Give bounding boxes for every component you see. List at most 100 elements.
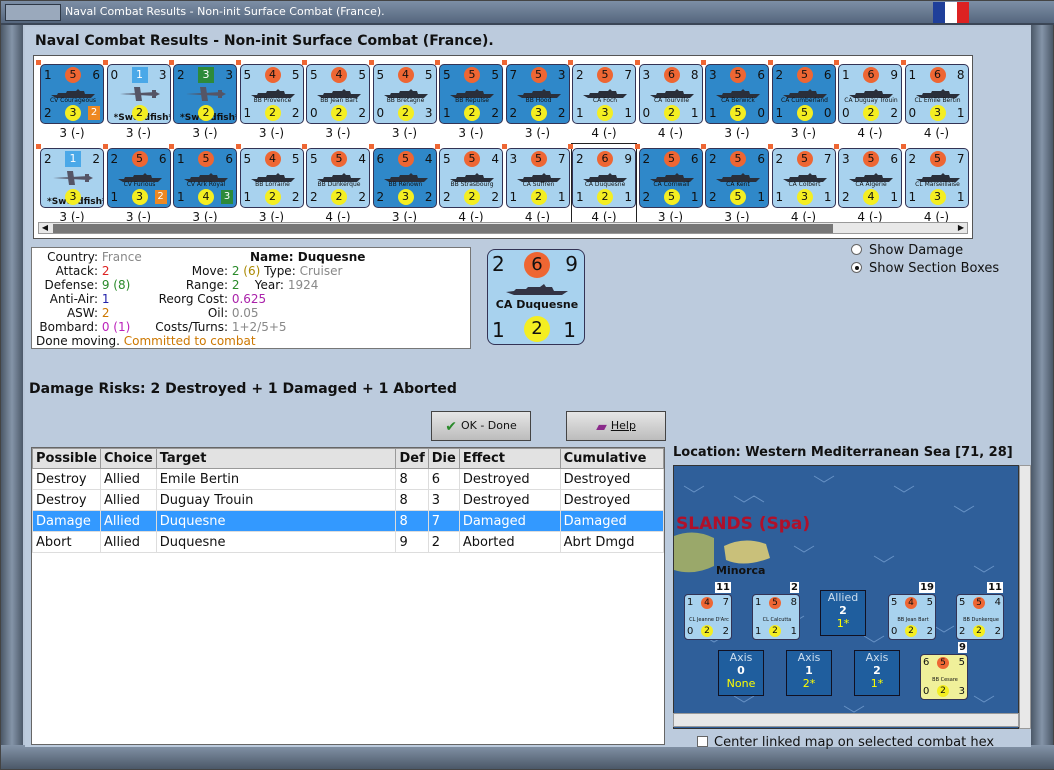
bombard-value: 0	[101, 320, 110, 334]
unit-counter[interactable]: 5 4 5 BB Provence 1 2 2	[239, 64, 304, 124]
unit-card[interactable]: 3 6 8 CA Tourville 0 2 1 4 (-)	[634, 60, 703, 142]
axis-summary[interactable]: Axis 2 1*	[854, 650, 900, 696]
help-button[interactable]: ▰ Help	[566, 411, 666, 441]
unit-counter[interactable]: 2 5 6 CV Furious 1 3 2	[106, 148, 171, 208]
unit-card[interactable]: 5 4 5 BB Lorraine 1 2 2 3 (-)	[235, 144, 304, 226]
unit-card[interactable]: 5 5 5 BB Repulse 1 2 2 3 (-)	[435, 60, 503, 142]
counter-top-right: 3	[158, 68, 167, 82]
unit-counter[interactable]: 013*Swordfish*2	[106, 64, 171, 124]
allied-summary[interactable]: Allied 2 1*	[820, 590, 866, 636]
column-header[interactable]: Target	[155, 448, 397, 469]
unit-card[interactable]: 3 5 6 CA Berwick 1 5 0 3 (-)	[701, 60, 769, 142]
unit-card[interactable]: 1 5 6 CV Ark Royal 1 4 3 3 (-)	[169, 144, 237, 226]
unit-counter[interactable]: 6 5 4 BB Renown 2 3 2	[372, 148, 437, 208]
unit-card[interactable]: 5 4 5 BB Jean Bart 0 2 2 3 (-)	[302, 60, 370, 142]
table-row[interactable]: Destroy Allied Emile Bertin 8 6 Destroyed Dest…	[32, 468, 665, 490]
unit-card[interactable]: 3 5 6 CA Algerie 2 4 1 4 (-)	[834, 144, 902, 226]
map-counter-br: 2	[722, 626, 729, 637]
radio-off-icon[interactable]	[851, 244, 862, 255]
unit-card[interactable]: 013*Swordfish*2 3 (-)	[102, 60, 171, 142]
unit-counter[interactable]: 5 5 5 BB Repulse 1 2 2	[439, 64, 503, 124]
scroll-right-icon[interactable]: ▶	[955, 223, 967, 233]
counter-name: CA Colbert	[788, 181, 821, 188]
center-map-checkbox[interactable]: Center linked map on selected combat hex	[697, 735, 994, 750]
unit-card[interactable]: 233*Swordfish*2 3 (-)	[169, 60, 237, 142]
unit-counter[interactable]: 5 4 5 BB Jean Bart 0 2 2	[306, 64, 370, 124]
map-unit-counter[interactable]: 19 5 4 5 BB Jean Bart 0 2 2	[888, 582, 936, 640]
unit-counter[interactable]: 5 4 5 BB Lorraine 1 2 2	[239, 148, 304, 208]
map-horizontal-scrollbar[interactable]	[673, 713, 1019, 727]
unit-card[interactable]: 2 5 6 CA Kent 2 5 1 3 (-)	[701, 144, 769, 226]
unit-counter[interactable]: 2 6 9 CA Duquesne 1 2 1	[572, 148, 636, 208]
unit-counter[interactable]: 2 5 6 CA Cornwall 2 5 1	[638, 148, 703, 208]
unit-counter[interactable]: 5 4 5 BB Bretagne 0 2 3	[372, 64, 437, 124]
map-unit-counter[interactable]: 11 5 5 4 BB Dunkerque 2 2 2	[956, 582, 1004, 640]
unit-counter[interactable]: 212*Swordfish*3	[40, 148, 104, 208]
unit-card[interactable]: 3 5 7 CA Suffren 1 2 1 4 (-)	[501, 144, 570, 226]
map-vertical-scrollbar[interactable]	[1019, 465, 1031, 729]
ok-done-button[interactable]: ✔ OK - Done	[431, 411, 531, 441]
unit-counter[interactable]: 1 6 8 CL Emile Bertin 0 3 1	[904, 64, 969, 124]
table-row[interactable]: Damage Allied Duquesne 8 7 Damaged Damaged	[32, 510, 665, 532]
column-header[interactable]: Def	[395, 448, 429, 469]
unit-card[interactable]: 6 5 4 BB Renown 2 3 2 3 (-)	[368, 144, 437, 226]
unit-card[interactable]: 5 5 4 BB Strasbourg 2 2 2 4 (-)	[435, 144, 503, 226]
big-counter-attack: 6	[524, 252, 550, 278]
unit-counter[interactable]: 7 5 3 BB Hood 2 3 2	[505, 64, 570, 124]
column-header[interactable]: Choice	[99, 448, 157, 469]
counter-top-right: 9	[890, 68, 898, 82]
unit-counter[interactable]: 2 5 6 CA Kent 2 5 1	[705, 148, 769, 208]
unit-card[interactable]: 2 5 6 CV Furious 1 3 2 3 (-)	[102, 144, 171, 226]
unit-counter[interactable]: 1 6 9 CA Duguay Trouin 0 2 2	[838, 64, 902, 124]
unit-card[interactable]: 2 5 6 CA Cornwall 2 5 1 3 (-)	[634, 144, 703, 226]
column-header[interactable]: Cumulative	[559, 448, 665, 469]
linked-map[interactable]: SLANDS (Spa) Minorca 11 1 4 7 CL Jeanne D'Ar…	[673, 465, 1019, 729]
unit-card[interactable]: 2 6 9 CA Duquesne 1 2 1 4 (-)	[568, 143, 637, 227]
table-row[interactable]: Destroy Allied Duguay Trouin 8 3 Destroyed Des…	[32, 489, 665, 511]
map-unit-counter[interactable]: 2 1 5 8 CL Calcutta 1 2 1	[752, 582, 800, 640]
scroll-thumb[interactable]	[53, 224, 833, 233]
unit-card[interactable]: 5 4 5 BB Bretagne 0 2 3 3 (-)	[368, 60, 437, 142]
unit-counter[interactable]: 2 5 7 CA Foch 1 3 1	[572, 64, 636, 124]
unit-counter[interactable]: 3 6 8 CA Tourville 0 2 1	[638, 64, 703, 124]
unit-card[interactable]: 5 5 4 BB Dunkerque 2 2 2 4 (-)	[302, 144, 370, 226]
axis-summary[interactable]: Axis 0 None	[718, 650, 764, 696]
unit-counter[interactable]: 2 5 6 CA Cumberland 1 5 0	[771, 64, 836, 124]
unit-counter[interactable]: 3 5 6 CA Algerie 2 4 1	[838, 148, 902, 208]
unit-counter[interactable]: 1 5 6 CV Ark Royal 1 4 3	[173, 148, 237, 208]
map-unit-counter[interactable]: 9 6 5 5 BB Cesare 0 2 3	[920, 642, 968, 700]
unit-card[interactable]: 2 5 6 CA Cumberland 1 5 0 3 (-)	[767, 60, 836, 142]
unit-card[interactable]: 212*Swordfish*33 (-)	[36, 144, 104, 226]
unit-counter[interactable]: 1 5 6 CV Courageous 2 3 2	[40, 64, 104, 124]
ship-icon	[250, 87, 295, 98]
unit-card[interactable]: 1 6 8 CL Emile Bertin 0 3 1 4 (-)	[900, 60, 969, 142]
column-header[interactable]: Die	[427, 448, 460, 469]
window-menu-icon[interactable]	[5, 4, 61, 21]
map-unit-counter[interactable]: 11 1 4 7 CL Jeanne D'Arc 0 2 2	[684, 582, 732, 640]
column-header[interactable]: Possible	[32, 448, 101, 469]
show-damage-radio[interactable]: Show Damage	[851, 243, 1033, 261]
unit-card[interactable]: 1 6 9 CA Duguay Trouin 0 2 2 4 (-)	[834, 60, 902, 142]
unit-panel-scrollbar[interactable]: ◀ ▶	[38, 222, 968, 234]
unit-counter[interactable]: 3 5 7 CA Suffren 1 2 1	[505, 148, 570, 208]
table-row[interactable]: Abort Allied Duquesne 9 2 Aborted Abrt Dmgd	[32, 531, 665, 553]
unit-counter[interactable]: 3 5 6 CA Berwick 1 5 0	[705, 64, 769, 124]
move-extra: (6)	[243, 264, 261, 278]
unit-counter[interactable]: 5 5 4 BB Strasbourg 2 2 2	[439, 148, 503, 208]
checkbox-icon[interactable]	[697, 736, 708, 747]
unit-counter[interactable]: 233*Swordfish*2	[173, 64, 237, 124]
unit-counter[interactable]: 2 5 7 CL Marseillaise 1 3 1	[904, 148, 969, 208]
unit-card[interactable]: 5 4 5 BB Provence 1 2 2 3 (-)	[235, 60, 304, 142]
radio-on-icon[interactable]	[851, 262, 862, 273]
unit-card[interactable]: 1 5 6 CV Courageous 2 3 2 3 (-)	[36, 60, 104, 142]
show-sections-radio[interactable]: Show Section Boxes	[851, 261, 1033, 279]
unit-counter[interactable]: 2 5 7 CA Colbert 1 3 1	[771, 148, 836, 208]
unit-card[interactable]: 2 5 7 CA Colbert 1 3 1 4 (-)	[767, 144, 836, 226]
unit-card[interactable]: 2 5 7 CL Marseillaise 1 3 1 4 (-)	[900, 144, 969, 226]
unit-card[interactable]: 7 5 3 BB Hood 2 3 2 3 (-)	[501, 60, 570, 142]
unit-card[interactable]: 2 5 7 CA Foch 1 3 1 4 (-)	[568, 60, 636, 142]
axis-summary[interactable]: Axis 1 2*	[786, 650, 832, 696]
scroll-left-icon[interactable]: ◀	[39, 223, 51, 233]
unit-counter[interactable]: 5 5 4 BB Dunkerque 2 2 2	[306, 148, 370, 208]
column-header[interactable]: Effect	[458, 448, 561, 469]
